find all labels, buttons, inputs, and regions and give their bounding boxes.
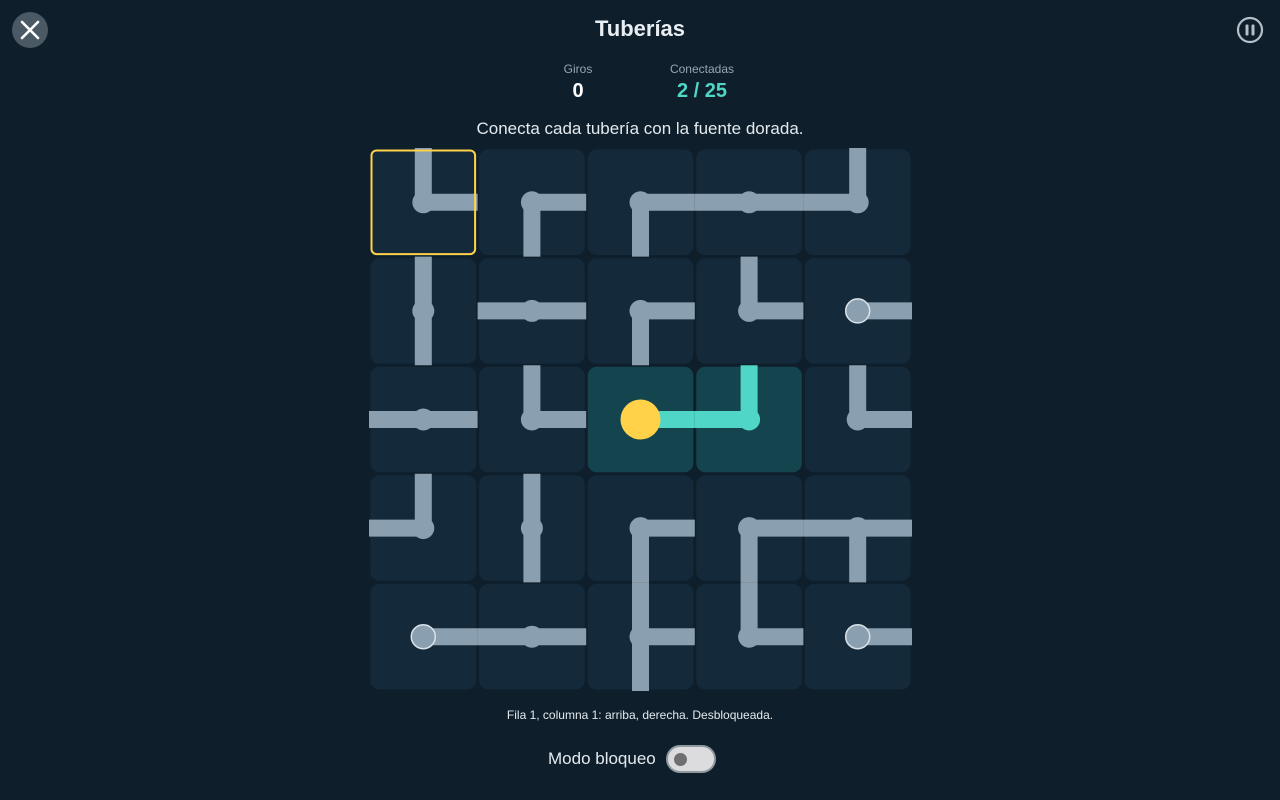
pipe-joint [629, 517, 652, 540]
pipe-joint [520, 299, 543, 322]
instructions-text: Conecta cada tubería con la fuente dorad… [476, 119, 804, 138]
pipe-joint [738, 191, 761, 214]
pipe-joint [846, 191, 869, 214]
pipe-end-node [410, 623, 437, 650]
pipe-end-node [844, 623, 871, 650]
connected-counter: Conectadas 2 / 25 [642, 62, 762, 103]
pipe-joint [738, 299, 761, 322]
connected-value: 2 / 25 [676, 80, 728, 102]
game-title: Tuberías [594, 16, 686, 41]
turns-counter: Giros 0 [518, 62, 638, 103]
pipe-joint [412, 408, 435, 431]
toggle-knob [673, 753, 687, 766]
pipe-joint [738, 625, 761, 648]
lock-mode-row: Modo bloqueo [548, 745, 716, 773]
source-node [620, 399, 661, 440]
pipe-joint [412, 299, 435, 322]
pipe-board [369, 148, 912, 691]
pipe-joint [520, 625, 543, 648]
pipe-grid [369, 148, 912, 691]
pipe-joint [846, 517, 869, 540]
pipe-joint [412, 517, 435, 540]
pipe-joint [738, 517, 761, 540]
pipe-joint [520, 408, 543, 431]
pipe-joint [846, 408, 869, 431]
pipes-game-screen: Tuberías Giros 0 Conectadas 2 / 25 Conec… [0, 0, 1280, 800]
pipe-joint [412, 191, 435, 214]
pipe-joint [629, 625, 652, 648]
lock-mode-toggle[interactable] [665, 745, 716, 773]
selection-status: Fila 1, columna 1: arriba, derecha. Desb… [506, 708, 774, 722]
pipe-joint [629, 191, 652, 214]
pause-icon [1236, 16, 1264, 44]
pipe-joint [738, 408, 761, 431]
pipe-joint [520, 191, 543, 214]
lock-mode-label: Modo bloqueo [548, 749, 656, 768]
connected-label: Conectadas [669, 62, 735, 76]
pipe-end-node [844, 298, 871, 324]
pipe-joint [520, 517, 543, 540]
pipe-joint [629, 299, 652, 322]
turns-value: 0 [572, 80, 584, 102]
pause-button[interactable] [1236, 16, 1264, 44]
turns-label: Giros [563, 62, 593, 76]
